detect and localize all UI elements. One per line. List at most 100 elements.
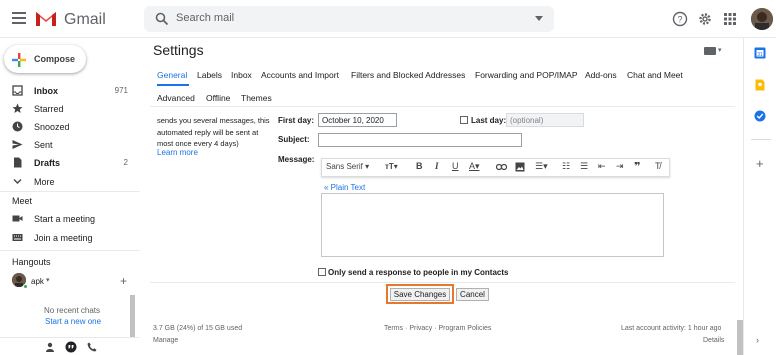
sidebar-item-starred[interactable]: Starred xyxy=(0,100,140,118)
divider xyxy=(150,282,735,283)
main-menu-icon[interactable] xyxy=(12,12,26,24)
join-meeting-label: Join a meeting xyxy=(34,233,93,243)
bulleted-list-icon[interactable]: ☰ xyxy=(580,161,588,172)
save-changes-button[interactable]: Save Changes xyxy=(390,288,450,301)
quote-icon[interactable]: ❞ xyxy=(634,160,640,173)
font-size-icon[interactable]: тT▾ xyxy=(385,162,398,171)
add-chat-icon[interactable]: + xyxy=(120,274,127,288)
contacts-only-label: Only send a response to people in my Con… xyxy=(328,268,509,277)
keyboard-icon xyxy=(12,234,23,241)
gmail-logo-icon[interactable] xyxy=(35,10,57,27)
svg-text:31: 31 xyxy=(757,52,763,58)
numbered-list-icon[interactable]: ☷ xyxy=(562,161,570,172)
compose-plus-icon xyxy=(12,53,26,67)
apps-grid-icon[interactable] xyxy=(722,11,738,27)
bold-icon[interactable]: B xyxy=(416,161,423,171)
subject-label: Subject: xyxy=(278,135,310,144)
cancel-button[interactable]: Cancel xyxy=(456,288,489,301)
storage-usage: 3.7 GB (24%) of 15 GB used xyxy=(153,325,243,332)
account-avatar[interactable] xyxy=(751,8,773,30)
first-day-label: First day: xyxy=(278,116,315,125)
last-day-label: Last day: xyxy=(471,116,507,125)
hangouts-scrollbar[interactable] xyxy=(130,295,135,337)
active-tab-indicator xyxy=(157,84,189,86)
inbox-icon xyxy=(12,85,23,96)
sidebar-item-more[interactable]: More xyxy=(0,172,140,190)
start-meeting-item[interactable]: Start a meeting xyxy=(0,210,140,228)
tab-labels[interactable]: Labels xyxy=(197,70,222,80)
search-input[interactable]: Search mail xyxy=(176,12,234,24)
image-icon[interactable] xyxy=(515,162,525,172)
last-day-input[interactable]: (optional) xyxy=(506,113,584,127)
sidebar-item-snoozed[interactable]: Snoozed xyxy=(0,118,140,136)
underline-icon[interactable]: U xyxy=(452,161,459,171)
tab-forwarding[interactable]: Forwarding and POP/IMAP xyxy=(475,70,578,80)
subject-input[interactable] xyxy=(318,133,522,147)
sidebar-item-label: Starred xyxy=(34,104,64,114)
hangouts-user[interactable]: apk xyxy=(31,277,44,286)
help-icon[interactable]: ? xyxy=(672,11,688,27)
italic-icon[interactable]: I xyxy=(435,161,439,171)
keyboard-caret-icon[interactable]: ▾ xyxy=(718,46,722,54)
privacy-link[interactable]: Privacy xyxy=(409,325,432,332)
message-label: Message: xyxy=(278,155,315,164)
meet-title: Meet xyxy=(12,196,33,206)
clock-icon xyxy=(12,121,23,132)
indent-less-icon[interactable]: ⇤ xyxy=(598,161,606,172)
sidebar-item-drafts[interactable]: Drafts 2 xyxy=(0,154,140,172)
tab-addons[interactable]: Add-ons xyxy=(585,70,617,80)
send-icon xyxy=(12,140,23,149)
details-link[interactable]: Details xyxy=(703,337,724,344)
tab-advanced[interactable]: Advanced xyxy=(157,93,195,103)
user-caret-icon[interactable]: ▾ xyxy=(46,276,50,284)
tab-accounts-import[interactable]: Accounts and Import xyxy=(261,70,339,80)
font-family-select[interactable]: Sans Serif ▾ xyxy=(326,162,369,171)
first-day-input[interactable]: October 10, 2020 xyxy=(318,113,397,127)
tab-themes[interactable]: Themes xyxy=(241,93,272,103)
svg-text:?: ? xyxy=(677,15,682,25)
hangouts-chat-icon[interactable] xyxy=(65,341,77,353)
learn-more-link[interactable]: Learn more xyxy=(157,148,198,157)
indent-more-icon[interactable]: ⇥ xyxy=(616,161,624,172)
sidebar-item-sent[interactable]: Sent xyxy=(0,136,140,154)
remove-formatting-icon[interactable]: T̸ xyxy=(655,161,661,171)
search-options-icon[interactable] xyxy=(535,16,543,21)
expand-panel-icon[interactable]: › xyxy=(756,335,759,345)
desc-line: automated reply will be sent at xyxy=(157,127,259,137)
gear-icon[interactable] xyxy=(697,11,713,27)
keyboard-icon[interactable] xyxy=(704,47,716,55)
terms-link[interactable]: Terms xyxy=(384,325,403,332)
add-addon-icon[interactable]: + xyxy=(756,156,764,171)
keep-icon[interactable] xyxy=(754,79,766,91)
program-policies-link[interactable]: Program Policies xyxy=(439,325,492,332)
person-icon[interactable] xyxy=(45,342,55,352)
last-activity: Last account activity: 1 hour ago xyxy=(621,325,722,332)
tab-inbox[interactable]: Inbox xyxy=(231,70,252,80)
tab-filters[interactable]: Filters and Blocked Addresses xyxy=(351,70,465,80)
tab-chat-meet[interactable]: Chat and Meet xyxy=(627,70,683,80)
tab-offline[interactable]: Offline xyxy=(206,93,230,103)
last-day-checkbox[interactable] xyxy=(460,116,468,124)
tab-general[interactable]: General xyxy=(157,70,187,80)
text-color-icon[interactable]: A▾ xyxy=(469,161,480,172)
align-icon[interactable]: ☰▾ xyxy=(535,161,548,172)
plain-text-link[interactable]: « Plain Text xyxy=(324,183,365,192)
start-new-chat-link[interactable]: Start a new one xyxy=(45,317,101,326)
calendar-icon[interactable]: 31 xyxy=(754,47,766,59)
phone-icon[interactable] xyxy=(87,342,97,352)
app-name: Gmail xyxy=(64,11,106,28)
divider xyxy=(0,250,140,251)
rail-divider xyxy=(751,139,771,140)
drafts-count: 2 xyxy=(123,158,128,167)
sidebar-item-label: Drafts xyxy=(34,158,61,168)
sidebar-item-label: More xyxy=(34,177,55,187)
tasks-icon[interactable] xyxy=(754,110,766,122)
join-meeting-item[interactable]: Join a meeting xyxy=(0,229,140,247)
link-icon[interactable] xyxy=(496,163,507,171)
sidebar-item-inbox[interactable]: Inbox 971 xyxy=(0,82,140,100)
contacts-only-checkbox[interactable] xyxy=(318,268,326,276)
manage-storage-link[interactable]: Manage xyxy=(153,337,178,344)
draft-icon xyxy=(14,157,22,168)
search-icon[interactable] xyxy=(155,12,169,26)
message-body-editor[interactable] xyxy=(321,193,664,257)
